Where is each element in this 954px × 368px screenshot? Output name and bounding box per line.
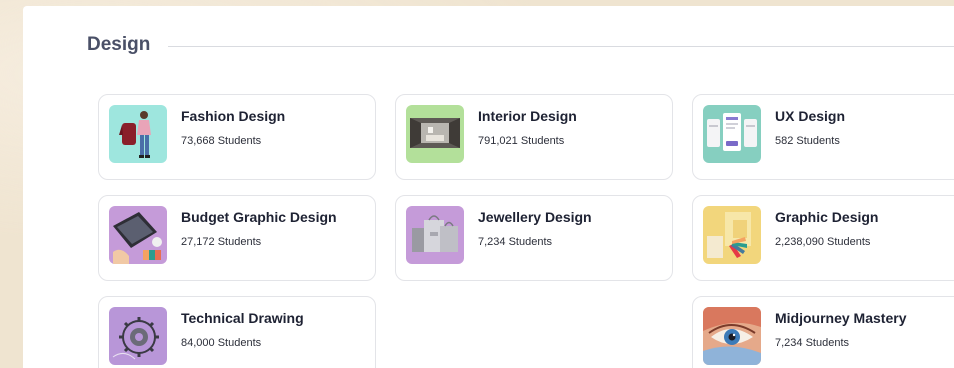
course-student-count: 791,021 Students: [478, 135, 565, 147]
course-student-count: 73,668 Students: [181, 135, 262, 147]
painted-eye-thumbnail-icon: [703, 307, 761, 365]
course-title: Midjourney Mastery: [775, 310, 907, 326]
color-swatch-thumbnail-icon: [703, 206, 761, 264]
interior-room-thumbnail-icon: [406, 105, 464, 163]
course-student-count: 582 Students: [775, 135, 840, 147]
shopping-bags-thumbnail-icon: [406, 206, 464, 264]
course-student-count: 84,000 Students: [181, 337, 262, 349]
section-divider: [168, 45, 954, 47]
course-student-count: 7,234 Students: [775, 337, 850, 349]
laptop-desk-thumbnail-icon: [109, 206, 167, 264]
course-card-jewellery-design[interactable]: Jewellery Design 7,234 Students: [395, 195, 673, 281]
course-student-count: 7,234 Students: [478, 236, 553, 248]
course-card-midjourney-mastery[interactable]: Midjourney Mastery 7,234 Students: [692, 296, 954, 368]
course-title: Fashion Design: [181, 108, 286, 124]
course-title: Graphic Design: [775, 209, 879, 225]
course-card-technical-drawing[interactable]: Technical Drawing 84,000 Students: [98, 296, 376, 368]
course-card-graphic-design[interactable]: Graphic Design 2,238,090 Students: [692, 195, 954, 281]
course-student-count: 2,238,090 Students: [775, 236, 871, 248]
course-card-budget-graphic-design[interactable]: Budget Graphic Design 27,172 Students: [98, 195, 376, 281]
ux-screens-thumbnail-icon: [703, 105, 761, 163]
course-title: Budget Graphic Design: [181, 209, 337, 225]
fashion-model-thumbnail-icon: [109, 105, 167, 163]
course-title: Jewellery Design: [478, 209, 592, 225]
course-title: UX Design: [775, 108, 846, 124]
course-title: Interior Design: [478, 108, 577, 124]
gear-sketch-thumbnail-icon: [109, 307, 167, 365]
course-title: Technical Drawing: [181, 310, 304, 326]
course-card-interior-design[interactable]: Interior Design 791,021 Students: [395, 94, 673, 180]
section-header: Design: [87, 30, 954, 60]
course-card-fashion-design[interactable]: Fashion Design 73,668 Students: [98, 94, 376, 180]
section-title: Design: [87, 34, 151, 55]
course-student-count: 27,172 Students: [181, 236, 262, 248]
course-card-ux-design[interactable]: UX Design 582 Students: [692, 94, 954, 180]
